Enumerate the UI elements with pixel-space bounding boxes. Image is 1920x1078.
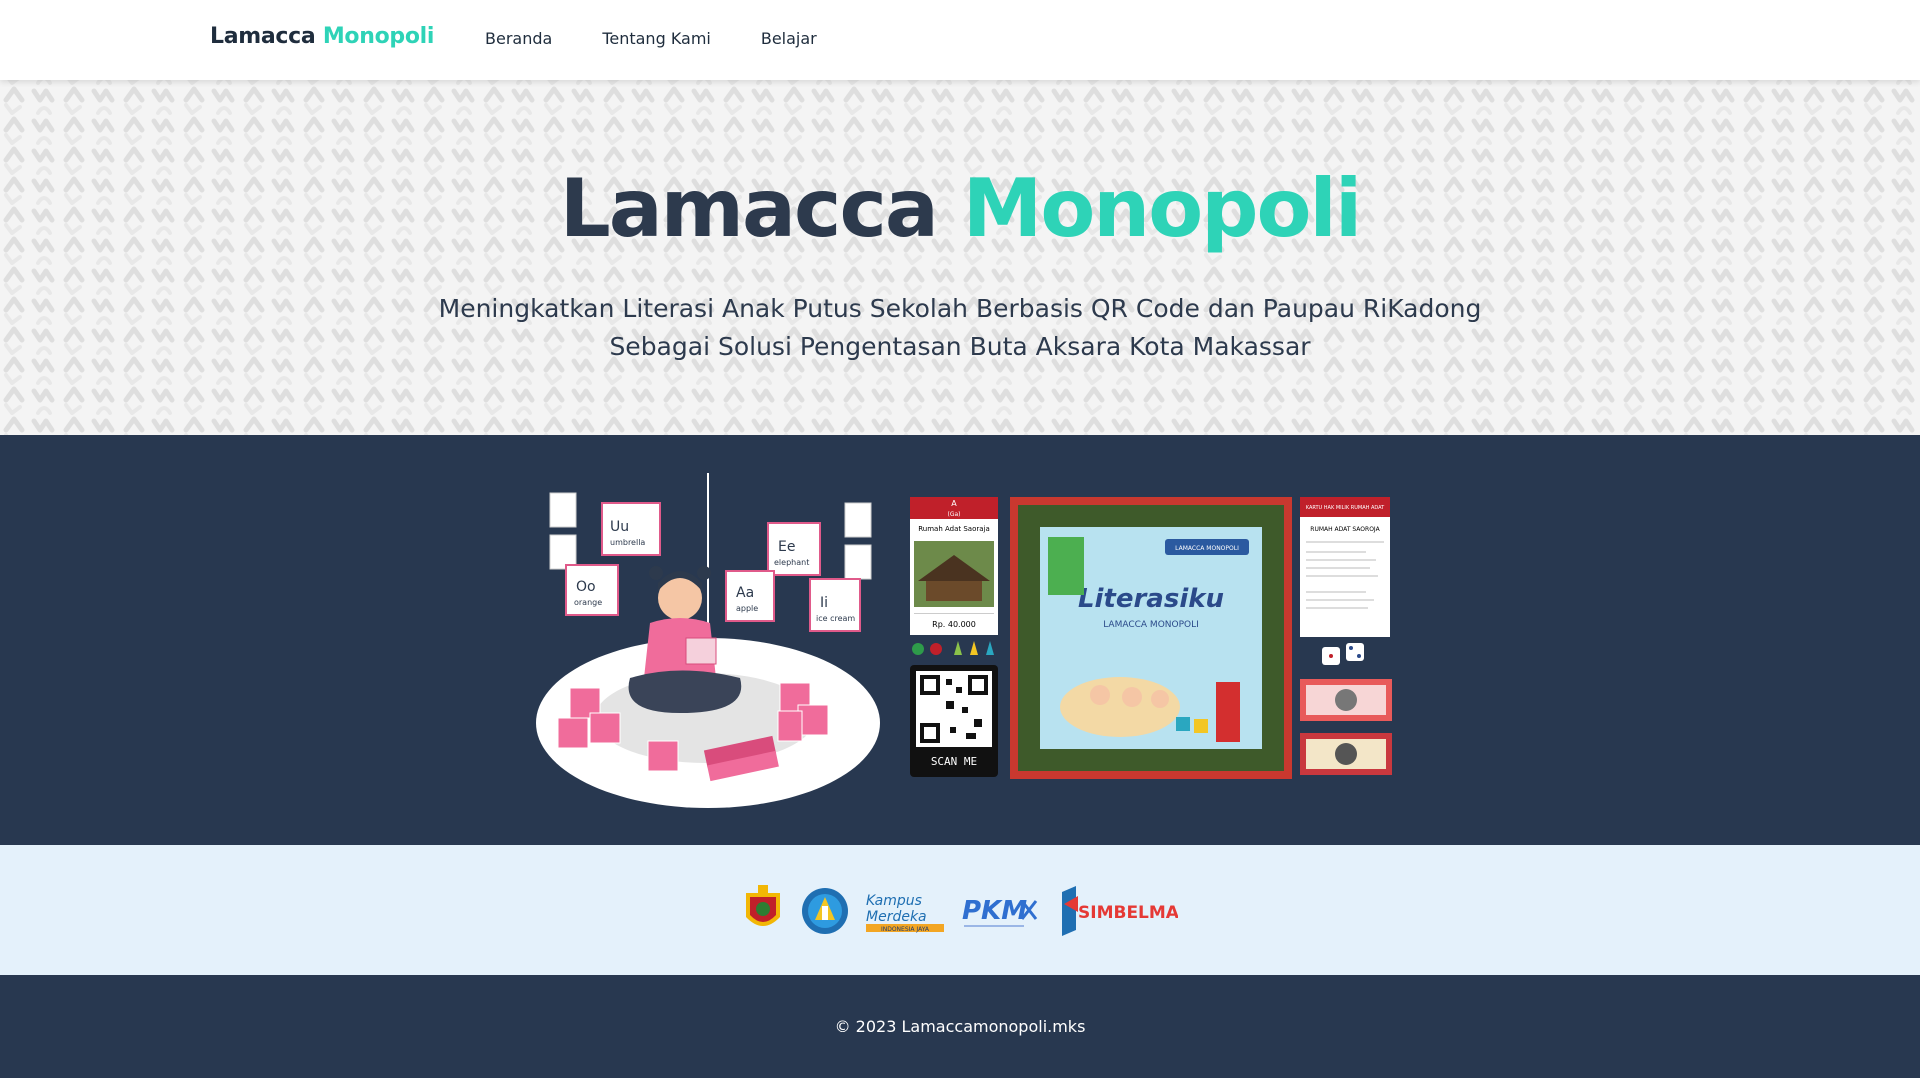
hero-lontara-pattern xyxy=(0,80,1920,435)
svg-text:SIMBELMAWA: SIMBELMAWA xyxy=(1078,903,1178,923)
pkm-logo: PKM xyxy=(962,896,1038,927)
svg-text:Literasiku: Literasiku xyxy=(1078,584,1224,614)
qr-code: SCAN ME xyxy=(910,665,998,777)
svg-text:KARTU HAK MILIK RUMAH ADAT: KARTU HAK MILIK RUMAH ADAT xyxy=(1306,505,1385,511)
hero-title: Lamacca Monopoli xyxy=(0,162,1920,255)
svg-text:Rumah Adat Saoraja: Rumah Adat Saoraja xyxy=(918,525,990,533)
svg-text:Ii: Ii xyxy=(820,595,828,611)
main-nav: Beranda Tentang Kami Belajar xyxy=(485,29,817,48)
svg-text:RUMAH ADAT SAOROJA: RUMAH ADAT SAOROJA xyxy=(1310,526,1380,533)
svg-text:(Ga): (Ga) xyxy=(947,511,960,518)
monopoly-game-assets: A (Ga) Rumah Adat Saoraja Rp. 40.000 SCA… xyxy=(910,497,1392,779)
nav-link-beranda[interactable]: Beranda xyxy=(485,29,552,48)
nav-link-tentang-kami[interactable]: Tentang Kami xyxy=(602,29,711,48)
letter-card-uu: Uu umbrella xyxy=(601,502,661,556)
letter-card-ee: Ee elephant xyxy=(767,522,821,576)
simbelmawa-logo: SIMBELMAWA xyxy=(1062,885,1178,936)
deed-card: KARTU HAK MILIK RUMAH ADAT RUMAH ADAT SA… xyxy=(1300,497,1390,637)
monopoly-board: LAMACCA MONOPOLI Literasiku LAMACCA MONO… xyxy=(1010,497,1292,779)
brand-main: Lamacca xyxy=(210,24,316,49)
letter-card-aa: Aa apple xyxy=(725,570,775,622)
svg-text:apple: apple xyxy=(736,604,758,613)
svg-text:ice cream: ice cream xyxy=(816,614,855,623)
partner-logo-row: Kampus Merdeka INDONESIA JAYA PKM SIMBEL… xyxy=(740,883,1178,938)
hero-title-accent: Monopoli xyxy=(962,162,1363,255)
partners-section: Kampus Merdeka INDONESIA JAYA PKM SIMBEL… xyxy=(0,845,1920,975)
brand-logo[interactable]: Lamacca Monopoli xyxy=(210,24,434,49)
svg-text:Merdeka: Merdeka xyxy=(866,909,927,925)
hero-subtitle: Meningkatkan Literasi Anak Putus Sekolah… xyxy=(410,290,1510,366)
nav-link-belajar[interactable]: Belajar xyxy=(761,29,817,48)
game-pawns xyxy=(912,641,994,655)
hero-title-main: Lamacca xyxy=(559,162,939,255)
svg-text:Aa: Aa xyxy=(736,585,754,601)
hero-section: Lamacca Monopoli Meningkatkan Literasi A… xyxy=(0,80,1920,435)
money-bills xyxy=(1300,679,1392,775)
svg-text:PKM: PKM xyxy=(962,896,1027,926)
kampus-merdeka-logo: Kampus Merdeka INDONESIA JAYA xyxy=(866,893,944,933)
svg-text:umbrella: umbrella xyxy=(610,538,645,547)
svg-text:Kampus: Kampus xyxy=(866,893,922,909)
svg-text:Oo: Oo xyxy=(576,579,596,595)
svg-text:orange: orange xyxy=(574,598,602,607)
svg-text:Ee: Ee xyxy=(778,539,795,555)
copyright-text: © 2023 Lamaccamonopoli.mks xyxy=(834,1017,1086,1036)
hero-subtitle-line2: Sebagai Solusi Pengentasan Buta Aksara K… xyxy=(609,332,1311,361)
showcase-section: Uu umbrella Oo orange Ee elephant Aa app… xyxy=(0,435,1920,845)
svg-text:INDONESIA JAYA: INDONESIA JAYA xyxy=(881,926,930,933)
letter-card-ii: Ii ice cream xyxy=(809,578,861,632)
property-card: A (Ga) Rumah Adat Saoraja Rp. 40.000 xyxy=(910,497,998,635)
tut-wuri-logo xyxy=(802,887,848,934)
svg-text:A: A xyxy=(951,499,957,508)
svg-text:LAMACCA MONOPOLI: LAMACCA MONOPOLI xyxy=(1103,620,1199,630)
girl-learning-illustration: Uu umbrella Oo orange Ee elephant Aa app… xyxy=(536,473,880,808)
brand-accent: Monopoli xyxy=(322,24,435,49)
navbar: Lamacca Monopoli Beranda Tentang Kami Be… xyxy=(0,0,1920,80)
footer: © 2023 Lamaccamonopoli.mks xyxy=(0,975,1920,1078)
dice xyxy=(1322,643,1364,665)
svg-text:LAMACCA MONOPOLI: LAMACCA MONOPOLI xyxy=(1175,545,1239,552)
svg-text:SCAN ME: SCAN ME xyxy=(931,755,977,768)
svg-text:Uu: Uu xyxy=(610,519,629,535)
letter-card-oo: Oo orange xyxy=(565,564,619,616)
svg-text:elephant: elephant xyxy=(774,558,809,567)
hero-subtitle-line1: Meningkatkan Literasi Anak Putus Sekolah… xyxy=(438,294,1482,323)
unhas-logo xyxy=(746,885,780,926)
svg-text:Rp. 40.000: Rp. 40.000 xyxy=(932,620,976,629)
